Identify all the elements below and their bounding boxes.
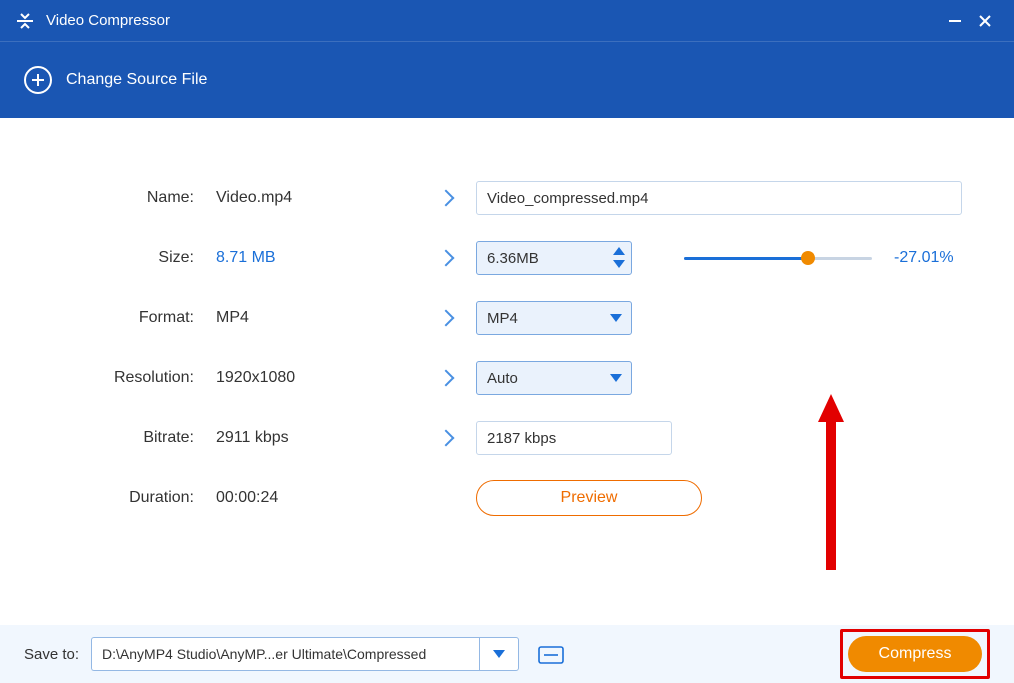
label-resolution: Resolution:	[30, 369, 216, 387]
row-duration: Duration: 00:00:24 Preview	[30, 478, 984, 518]
source-duration: 00:00:24	[216, 489, 416, 507]
output-format-select[interactable]: MP4	[476, 301, 632, 335]
source-name: Video.mp4	[216, 189, 416, 207]
output-format-value: MP4	[487, 310, 518, 327]
chevron-right-icon	[438, 430, 455, 447]
save-path-input[interactable]	[91, 637, 479, 671]
row-bitrate: Bitrate: 2911 kbps	[30, 418, 984, 458]
label-name: Name:	[30, 189, 216, 207]
source-resolution: 1920x1080	[216, 369, 416, 387]
label-bitrate: Bitrate:	[30, 429, 216, 447]
preview-label: Preview	[561, 489, 618, 507]
output-bitrate-input[interactable]	[476, 421, 672, 455]
compress-highlight: Compress	[840, 629, 990, 679]
row-name: Name: Video.mp4	[30, 178, 984, 218]
minimize-icon	[947, 13, 963, 29]
close-icon	[977, 13, 993, 29]
preview-button[interactable]: Preview	[476, 480, 702, 516]
chevron-right-icon	[438, 190, 455, 207]
caret-down-icon	[493, 650, 505, 658]
row-size: Size: 8.71 MB -27.01%	[30, 238, 984, 278]
label-size: Size:	[30, 249, 216, 267]
caret-down-icon	[610, 374, 622, 382]
output-size-input[interactable]	[476, 241, 632, 275]
output-name-input[interactable]	[476, 181, 962, 215]
subheader: Change Source File	[0, 42, 1014, 118]
change-source-label[interactable]: Change Source File	[66, 71, 207, 89]
label-format: Format:	[30, 309, 216, 327]
plus-icon	[30, 72, 46, 88]
output-resolution-select[interactable]: Auto	[476, 361, 632, 395]
window-title: Video Compressor	[46, 12, 170, 29]
triangle-down-icon	[613, 260, 625, 268]
spinner-down-button[interactable]	[612, 258, 626, 269]
open-folder-button[interactable]	[533, 640, 569, 668]
close-button[interactable]	[970, 6, 1000, 36]
source-bitrate: 2911 kbps	[216, 429, 416, 447]
chevron-right-icon	[438, 250, 455, 267]
source-format: MP4	[216, 309, 416, 327]
save-path-group	[91, 637, 519, 671]
row-resolution: Resolution: 1920x1080 Auto	[30, 358, 984, 398]
chevron-right-icon	[438, 370, 455, 387]
add-file-button[interactable]	[24, 66, 52, 94]
footer: Save to: Compress	[0, 625, 1014, 683]
app-logo-icon	[14, 10, 36, 32]
compress-button[interactable]: Compress	[848, 636, 982, 672]
triangle-up-icon	[613, 247, 625, 255]
spinner-up-button[interactable]	[612, 245, 626, 256]
source-size: 8.71 MB	[216, 249, 416, 267]
size-slider[interactable]	[684, 249, 872, 267]
size-reduction-percent: -27.01%	[894, 249, 954, 267]
save-to-label: Save to:	[24, 646, 79, 663]
caret-down-icon	[610, 314, 622, 322]
titlebar: Video Compressor	[0, 0, 1014, 42]
slider-thumb[interactable]	[801, 251, 815, 265]
folder-icon	[538, 644, 564, 664]
output-size-spinner[interactable]	[476, 241, 632, 275]
minimize-button[interactable]	[940, 6, 970, 36]
row-format: Format: MP4 MP4	[30, 298, 984, 338]
output-resolution-value: Auto	[487, 370, 518, 387]
main-panel: Name: Video.mp4 Size: 8.71 MB	[0, 118, 1014, 518]
compress-label: Compress	[879, 645, 952, 663]
save-path-dropdown[interactable]	[479, 637, 519, 671]
label-duration: Duration:	[30, 489, 216, 507]
chevron-right-icon	[438, 310, 455, 327]
